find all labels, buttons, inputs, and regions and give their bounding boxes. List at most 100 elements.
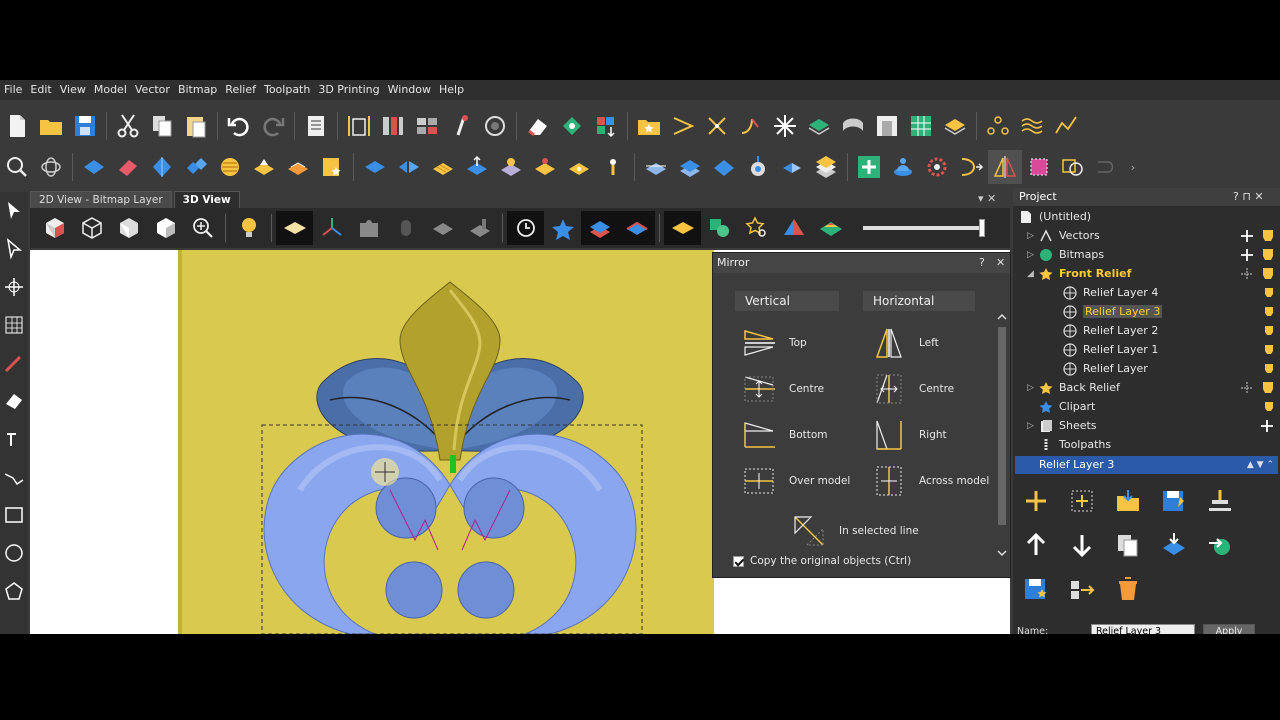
tree-root[interactable]: (Untitled) (1019, 207, 1091, 226)
bulb-icon[interactable] (1265, 402, 1273, 411)
expand-arrow-icon[interactable]: ▷ (1027, 383, 1034, 393)
mirror-tool-button[interactable] (988, 150, 1022, 184)
menu-view[interactable]: View (58, 80, 92, 100)
relief-tool-10[interactable] (392, 150, 426, 184)
bulb-icon[interactable] (1263, 249, 1273, 260)
collapse-arrow-icon[interactable]: ◢ (1027, 269, 1034, 279)
expand-arrow-icon[interactable]: ▷ (1027, 231, 1034, 241)
scroll-thumb[interactable] (998, 327, 1006, 525)
draw-line-tool[interactable] (0, 344, 28, 382)
relief-tool-5[interactable] (213, 150, 247, 184)
measure-button[interactable] (444, 109, 478, 143)
layer-star-button[interactable] (1019, 572, 1053, 606)
bulb-icon[interactable] (1263, 382, 1273, 393)
mirror-right-button[interactable]: Right (873, 419, 947, 451)
wrap-button[interactable] (836, 109, 870, 143)
tool-view-button[interactable] (387, 211, 424, 245)
new-file-button[interactable] (0, 109, 34, 143)
relief-star-button[interactable] (544, 211, 581, 245)
relief-tool-1[interactable] (77, 150, 111, 184)
add-icon[interactable] (1241, 230, 1253, 242)
expand-arrow-icon[interactable]: ▷ (1027, 421, 1034, 431)
zoom-fit-button[interactable] (184, 211, 221, 245)
relief-tool-13[interactable] (494, 150, 528, 184)
node-button[interactable] (555, 109, 589, 143)
cut-button[interactable] (111, 109, 145, 143)
view-top-button[interactable] (73, 211, 110, 245)
view-side-button[interactable] (147, 211, 184, 245)
copy-original-option[interactable]: Copy the original objects (Ctrl) (733, 555, 911, 567)
bulb-icon[interactable] (1265, 345, 1273, 354)
menu-bitmap[interactable]: Bitmap (176, 80, 223, 100)
tree-item-toolpaths[interactable]: Toolpaths (1039, 435, 1111, 454)
relief-tool-18[interactable] (673, 150, 707, 184)
menu-edit[interactable]: Edit (28, 80, 57, 100)
curve-button[interactable] (734, 109, 768, 143)
tree-item-front-relief[interactable]: ◢ Front Relief (1027, 264, 1131, 283)
mirror-bottom-button[interactable]: Bottom (743, 419, 828, 451)
relief-tool-14[interactable] (528, 150, 562, 184)
bulb-icon[interactable] (1263, 230, 1273, 241)
polyline-button[interactable] (1049, 109, 1083, 143)
copy-original-checkbox[interactable] (733, 555, 744, 567)
relief-tool-20[interactable] (741, 150, 775, 184)
relief-tool-23[interactable] (886, 150, 920, 184)
relief-tool-19[interactable] (707, 150, 741, 184)
load-layer-button[interactable] (1111, 484, 1145, 518)
bake-layer-button[interactable] (1203, 484, 1237, 518)
layer-transfer-button[interactable] (1065, 572, 1099, 606)
rectangle-tool[interactable] (0, 496, 28, 534)
view-front-button[interactable] (110, 211, 147, 245)
move-layer-down-button[interactable] (1065, 528, 1099, 562)
menu-window[interactable]: Window (386, 80, 437, 100)
frame-button[interactable] (870, 109, 904, 143)
ellipse-tool[interactable] (0, 534, 28, 572)
relief-view-button[interactable] (34, 150, 68, 184)
relief-tool-12[interactable] (460, 150, 494, 184)
model-size-button[interactable] (342, 109, 376, 143)
mirror-left-button[interactable]: Left (873, 327, 939, 359)
layer-from-selection-button[interactable] (1065, 484, 1099, 518)
lighting-button[interactable] (230, 211, 267, 245)
menu-file[interactable]: File (2, 80, 28, 100)
export-layer-button[interactable] (1203, 528, 1237, 562)
bulb-icon[interactable] (1265, 307, 1273, 316)
relief-tool-24[interactable] (920, 150, 954, 184)
tree-item-bitmaps[interactable]: ▷ Bitmaps (1027, 245, 1104, 264)
copy-button[interactable] (145, 109, 179, 143)
bulb-icon[interactable] (1265, 364, 1273, 373)
relief-tool-16[interactable] (596, 150, 630, 184)
plane-node-button[interactable] (802, 109, 836, 143)
paste-button[interactable] (179, 109, 213, 143)
smooth-button[interactable] (1015, 109, 1049, 143)
move-icon[interactable] (1241, 268, 1253, 280)
merge-layer-button[interactable] (1157, 528, 1191, 562)
move-icon[interactable] (1241, 382, 1253, 394)
tree-item-sheets[interactable]: ▷ Sheets (1027, 416, 1097, 435)
mirror-across-model-button[interactable]: Across model (873, 465, 989, 497)
view-iso-button[interactable] (36, 211, 73, 245)
transform-tool[interactable] (0, 268, 28, 306)
grid-tool[interactable] (0, 306, 28, 344)
weave-button[interactable] (938, 109, 972, 143)
vector-arrow-button[interactable] (666, 109, 700, 143)
relief-tool-3[interactable] (145, 150, 179, 184)
axes-button[interactable] (313, 211, 350, 245)
redo-button[interactable] (256, 109, 290, 143)
relief-tool-17[interactable] (639, 150, 673, 184)
relief-tool-9[interactable] (358, 150, 392, 184)
tree-item-relief-layer-3[interactable]: Relief Layer 3 (1063, 302, 1163, 321)
mirror-centre-vertical-button[interactable]: Centre (743, 373, 824, 405)
bulb-icon[interactable] (1265, 326, 1273, 335)
simulate-button[interactable] (507, 211, 544, 245)
save-button[interactable] (68, 109, 102, 143)
composite-button[interactable] (618, 211, 655, 245)
relief-tool-22[interactable] (809, 150, 843, 184)
relief-tool-11[interactable] (426, 150, 460, 184)
layer-name-input[interactable] (1091, 624, 1195, 634)
job-setup-button[interactable] (299, 109, 333, 143)
zoom-button[interactable] (0, 150, 34, 184)
duplicate-layer-button[interactable] (1111, 528, 1145, 562)
erase-button[interactable] (521, 109, 555, 143)
project-window-controls[interactable]: ? ⊓ ✕ (1233, 188, 1264, 206)
